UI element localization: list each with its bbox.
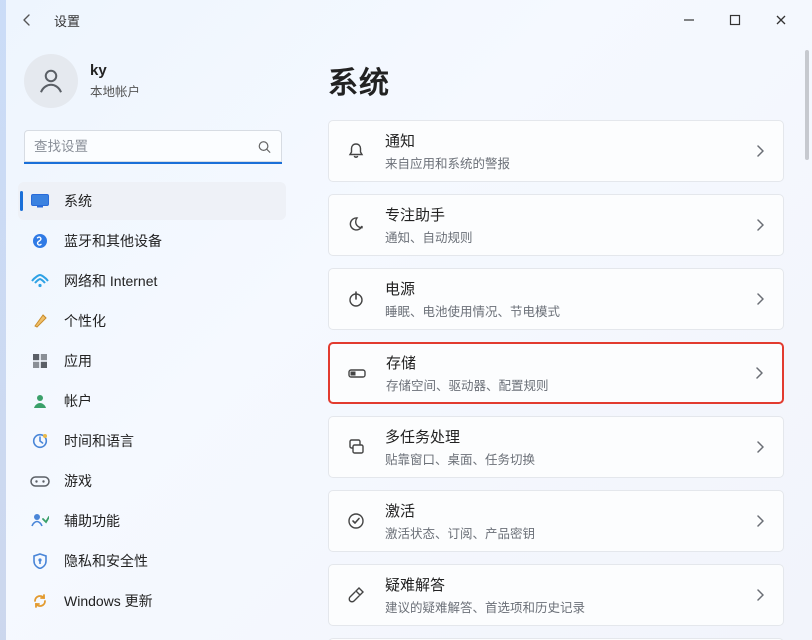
card-title: 激活: [385, 500, 755, 521]
close-icon: [775, 14, 787, 26]
bluetooth-icon: [30, 231, 50, 251]
chevron-right-icon: [755, 514, 765, 528]
maximize-button[interactable]: [712, 4, 758, 36]
gaming-icon: [30, 471, 50, 491]
privacy-icon: [30, 551, 50, 571]
network-icon: [30, 271, 50, 291]
back-button[interactable]: [12, 5, 42, 35]
card-title: 电源: [385, 278, 755, 299]
sidebar-item-bluetooth[interactable]: 蓝牙和其他设备: [18, 222, 286, 260]
sidebar-item-apps[interactable]: 应用: [18, 342, 286, 380]
chevron-right-icon: [755, 218, 765, 232]
settings-card-power[interactable]: 电源睡眠、电池使用情况、节电模式: [328, 268, 784, 330]
scrollbar[interactable]: [805, 50, 809, 634]
multitasking-icon: [345, 436, 367, 458]
settings-card-troubleshoot[interactable]: 疑难解答建议的疑难解答、首选项和历史记录: [328, 564, 784, 626]
chevron-right-icon: [755, 440, 765, 454]
card-title: 多任务处理: [385, 426, 755, 447]
sidebar-item-label: 时间和语言: [64, 431, 134, 451]
titlebar: 设置: [0, 0, 812, 40]
system-icon: [30, 191, 50, 211]
profile-subtitle: 本地帐户: [90, 81, 140, 100]
sidebar-item-system[interactable]: 系统: [18, 182, 286, 220]
sidebar: ky 本地帐户 系统蓝牙和其他设备网络和 Internet 个性化应用帐户时间和语…: [0, 40, 300, 640]
focus-assist-icon: [345, 214, 367, 236]
minimize-icon: [683, 14, 695, 26]
card-title: 存储: [386, 352, 754, 373]
troubleshoot-icon: [345, 584, 367, 606]
settings-card-activation[interactable]: 激活激活状态、订阅、产品密钥: [328, 490, 784, 552]
minimize-button[interactable]: [666, 4, 712, 36]
card-subtitle: 激活状态、订阅、产品密钥: [385, 523, 755, 542]
accessibility-icon: [30, 511, 50, 531]
profile-name: ky: [90, 62, 140, 79]
settings-card-storage[interactable]: 存储存储空间、驱动器、配置规则: [328, 342, 784, 404]
sidebar-item-gaming[interactable]: 游戏: [18, 462, 286, 500]
card-title: 专注助手: [385, 204, 755, 225]
card-title: 疑难解答: [385, 574, 755, 595]
power-icon: [345, 288, 367, 310]
sidebar-item-label: 蓝牙和其他设备: [64, 231, 162, 251]
notifications-icon: [345, 140, 367, 162]
card-subtitle: 来自应用和系统的警报: [385, 153, 755, 172]
sidebar-item-network[interactable]: 网络和 Internet: [18, 262, 286, 300]
search-input[interactable]: [24, 130, 282, 164]
card-subtitle: 通知、自动规则: [385, 227, 755, 246]
sidebar-item-label: 网络和 Internet: [64, 271, 157, 291]
chevron-right-icon: [755, 144, 765, 158]
sidebar-item-privacy[interactable]: 隐私和安全性: [18, 542, 286, 580]
sidebar-item-personalization[interactable]: 个性化: [18, 302, 286, 340]
sidebar-item-time-language[interactable]: 时间和语言: [18, 422, 286, 460]
nav-list: 系统蓝牙和其他设备网络和 Internet 个性化应用帐户时间和语言游戏辅助功能隐…: [18, 182, 288, 620]
sidebar-item-label: 应用: [64, 351, 92, 371]
windows-update-icon: [30, 591, 50, 611]
chevron-right-icon: [755, 588, 765, 602]
settings-card-list: 通知来自应用和系统的警报专注助手通知、自动规则电源睡眠、电池使用情况、节电模式存…: [328, 120, 784, 640]
sidebar-item-label: 个性化: [64, 311, 106, 331]
sidebar-item-label: 隐私和安全性: [64, 551, 148, 571]
accounts-icon: [30, 391, 50, 411]
activation-icon: [345, 510, 367, 532]
time-language-icon: [30, 431, 50, 451]
apps-icon: [30, 351, 50, 371]
chevron-right-icon: [755, 292, 765, 306]
search-wrap: [24, 130, 282, 164]
settings-card-focus-assist[interactable]: 专注助手通知、自动规则: [328, 194, 784, 256]
card-subtitle: 存储空间、驱动器、配置规则: [386, 375, 754, 394]
window-title: 设置: [54, 11, 80, 30]
card-subtitle: 睡眠、电池使用情况、节电模式: [385, 301, 755, 320]
settings-card-notifications[interactable]: 通知来自应用和系统的警报: [328, 120, 784, 182]
sidebar-item-label: 辅助功能: [64, 511, 120, 531]
arrow-left-icon: [19, 12, 35, 28]
search-icon: [257, 140, 272, 155]
scrollbar-thumb[interactable]: [805, 50, 809, 160]
sidebar-item-accounts[interactable]: 帐户: [18, 382, 286, 420]
profile-block[interactable]: ky 本地帐户: [18, 46, 288, 126]
maximize-icon: [729, 14, 741, 26]
sidebar-item-label: Windows 更新: [64, 591, 153, 611]
storage-icon: [346, 362, 368, 384]
person-icon: [36, 66, 66, 96]
settings-card-multitasking[interactable]: 多任务处理贴靠窗口、桌面、任务切换: [328, 416, 784, 478]
avatar: [24, 54, 78, 108]
sidebar-item-accessibility[interactable]: 辅助功能: [18, 502, 286, 540]
sidebar-item-label: 系统: [64, 191, 92, 211]
sidebar-item-windows-update[interactable]: Windows 更新: [18, 582, 286, 620]
content-area: 系统 通知来自应用和系统的警报专注助手通知、自动规则电源睡眠、电池使用情况、节电…: [300, 40, 812, 640]
page-title: 系统: [328, 58, 784, 102]
sidebar-item-label: 帐户: [64, 391, 92, 411]
card-subtitle: 建议的疑难解答、首选项和历史记录: [385, 597, 755, 616]
card-title: 通知: [385, 130, 755, 151]
chevron-right-icon: [754, 366, 764, 380]
personalization-icon: [30, 311, 50, 331]
close-button[interactable]: [758, 4, 804, 36]
sidebar-item-label: 游戏: [64, 471, 92, 491]
card-subtitle: 贴靠窗口、桌面、任务切换: [385, 449, 755, 468]
